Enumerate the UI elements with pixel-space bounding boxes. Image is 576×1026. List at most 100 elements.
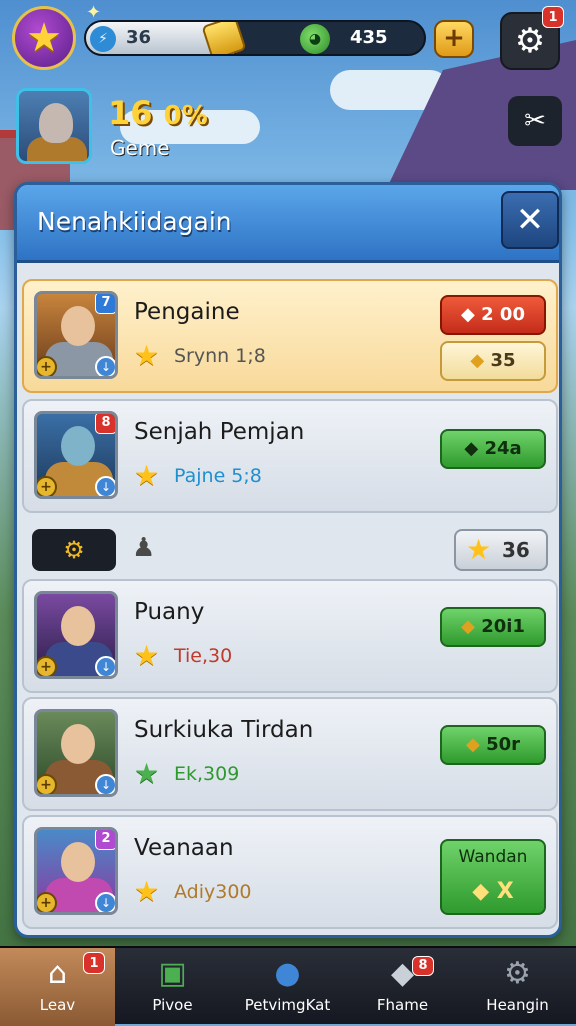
gem-icon: ⚡ [90, 26, 116, 52]
hero-avatar[interactable]: 2 + ↓ [34, 827, 118, 915]
star-icon: ★ [134, 339, 160, 372]
gem-count: 36 [126, 27, 152, 48]
gold-icon: ◆ [470, 350, 485, 371]
download-icon[interactable]: ↓ [95, 892, 115, 912]
star-total: 36 [502, 538, 530, 562]
hero-stat: Tie,30 [174, 645, 233, 667]
nav-label: Pivoe [152, 996, 193, 1014]
action-button[interactable]: Wandan ◆ X [440, 839, 546, 915]
star-icon: ★ [134, 875, 160, 908]
star-total-button[interactable]: ★ 36 [454, 529, 548, 571]
shield-icon: ● [274, 956, 301, 991]
nav-item-pivoe[interactable]: ▣ Pivoe [115, 948, 230, 1026]
action-sub-label: ◆ X [472, 879, 514, 904]
add-icon[interactable]: + [37, 892, 57, 912]
download-icon[interactable]: ↓ [95, 656, 115, 676]
hero-rank-badge: 7 [95, 294, 115, 314]
player-rank-star-icon[interactable]: ★ [12, 6, 76, 70]
download-icon[interactable]: ↓ [95, 774, 115, 794]
gear-icon: ⚙ [504, 956, 531, 991]
list-item[interactable]: 7 + ↓ Pengaine ★ Srynn 1;8 ◆ 2 00 ◆ 35 [22, 279, 558, 393]
gear-icon: ⚙ [63, 536, 85, 564]
gold-icon: ◆ [461, 616, 475, 637]
panel-header: Nenahkiidagain ✕ [17, 185, 559, 263]
avatar-face [61, 606, 95, 646]
action-label: 24a [484, 438, 522, 459]
action-label: 20i1 [481, 616, 525, 637]
hero-stat: Srynn 1;8 [174, 345, 266, 367]
hero-avatar[interactable]: + ↓ [34, 591, 118, 679]
hero-avatar[interactable]: 7 + ↓ [34, 291, 118, 379]
hero-stat: Ek,309 [174, 763, 240, 785]
add-icon[interactable]: + [37, 656, 57, 676]
tools-icon: ✂ [524, 106, 546, 136]
action-sub-value: X [496, 879, 514, 904]
hero-rank-badge: 8 [95, 414, 115, 434]
action-button[interactable]: ◆ 2 00 [440, 295, 546, 335]
gold-bar-icon [201, 22, 247, 54]
player-level: 16 0% [108, 94, 208, 132]
star-icon: ★ [134, 639, 160, 672]
settings-button[interactable]: ⚙ 1 [500, 6, 564, 70]
player-avatar[interactable] [16, 88, 92, 164]
star-icon: ★ [134, 757, 160, 790]
add-icon[interactable]: + [37, 356, 57, 376]
add-currency-button[interactable]: + [434, 20, 474, 58]
star-icon: ★ [134, 459, 160, 492]
filter-bar: ⚙ ♟ ★ 36 [22, 525, 558, 575]
download-icon[interactable]: ↓ [95, 476, 115, 496]
list-item[interactable]: + ↓ Puany ★ Tie,30 ◆ 20i1 [22, 579, 558, 693]
level-value: 16 [108, 94, 153, 132]
action-button[interactable]: ◆ 20i1 [440, 607, 546, 647]
settings-notification-badge: 1 [542, 6, 564, 28]
action-button[interactable]: ◆ 24a [440, 429, 546, 469]
star-icon: ★ [466, 533, 492, 566]
gold-icon: ◆ [465, 734, 480, 755]
joystick-icon[interactable]: ♟ [132, 533, 155, 563]
top-bar: ★ ✦ ⚡ 36 ◕ 435 + ⚙ 1 [0, 0, 576, 80]
list-item[interactable]: + ↓ Surkiuka Tirdan ★ Ek,309 ◆ 50r [22, 697, 558, 811]
hero-name: Surkiuka Tirdan [134, 717, 314, 743]
close-button[interactable]: ✕ [501, 191, 559, 249]
player-label: Geme [110, 136, 170, 160]
gem-counter: ⚡ 36 [86, 22, 247, 54]
download-icon[interactable]: ↓ [95, 356, 115, 376]
hero-name: Pengaine [134, 299, 240, 325]
resource-bar: ⚡ 36 ◕ 435 [84, 20, 426, 56]
add-icon[interactable]: + [37, 476, 57, 496]
tools-button[interactable]: ✂ [508, 96, 562, 146]
hero-rank-badge: 2 [95, 830, 115, 850]
level-percent: 0% [163, 101, 208, 131]
nav-item-heangin[interactable]: ⚙ Heangin [460, 948, 575, 1026]
gear-filter-button[interactable]: ⚙ [32, 529, 116, 571]
avatar-face [39, 103, 73, 143]
list-item[interactable]: 2 + ↓ Veanaan ★ Adiy300 Wandan ◆ X [22, 815, 558, 929]
gem-icon: ◆ [464, 438, 479, 459]
gear-icon: ⚙ [514, 21, 546, 61]
hero-avatar[interactable]: 8 + ↓ [34, 411, 118, 499]
nav-item-home[interactable]: ⌂ Leav 1 [0, 948, 115, 1026]
secondary-action-label: 35 [490, 350, 516, 371]
nav-label: Fhame [376, 996, 429, 1014]
action-label: 2 00 [481, 304, 525, 325]
bottom-nav: ⌂ Leav 1 ▣ Pivoe ● PetvimgKat ◆ Fhame 8 … [0, 946, 576, 1026]
nav-notification-badge: 8 [412, 956, 434, 976]
nav-label: PetvimgKat [244, 996, 331, 1014]
avatar-face [61, 724, 95, 764]
list-panel: Nenahkiidagain ✕ 7 + ↓ Pengaine ★ Srynn … [14, 182, 562, 938]
hero-name: Senjah Pemjan [134, 419, 305, 445]
avatar-face [61, 306, 95, 346]
hero-name: Veanaan [134, 835, 234, 861]
gem-icon: ◆ [461, 304, 475, 325]
hero-avatar[interactable]: + ↓ [34, 709, 118, 797]
action-button[interactable]: ◆ 50r [440, 725, 546, 765]
add-icon[interactable]: + [37, 774, 57, 794]
panel-title: Nenahkiidagain [37, 207, 232, 236]
nav-item-fhame[interactable]: ◆ Fhame 8 [345, 948, 460, 1026]
avatar-face [61, 842, 95, 882]
action-label: 50r [486, 734, 521, 755]
list-item[interactable]: 8 + ↓ Senjah Pemjan ★ Pajne 5;8 ◆ 24a [22, 399, 558, 513]
action-label: Wandan [458, 847, 528, 867]
secondary-action-button[interactable]: ◆ 35 [440, 341, 546, 381]
nav-item-petvimgkat[interactable]: ● PetvimgKat [230, 948, 345, 1026]
